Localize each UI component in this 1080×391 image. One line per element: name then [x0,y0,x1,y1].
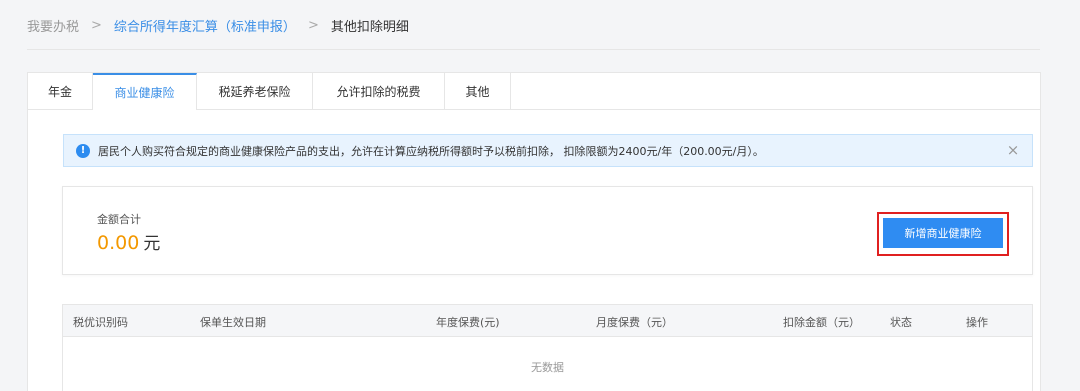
amount-summary-card: 金额合计 0.00 元 新增商业健康险 [62,186,1033,275]
breadcrumb-parent[interactable]: 综合所得年度汇算（标准申报） [114,16,296,35]
column-header-annual-premium: 年度保费(元) [436,316,500,329]
total-amount-unit: 元 [143,234,161,254]
notice-text: 居民个人购买符合规定的商业健康保险产品的支出，允许在计算应纳税所得额时予以税前扣… [98,144,764,158]
column-header-tax-code: 税优识别码 [73,316,128,329]
column-header-monthly-premium: 月度保费（元） [596,316,673,329]
total-amount: 0.00 元 [97,229,160,254]
deduction-table: 税优识别码 保单生效日期 年度保费(元) 月度保费（元） 扣除金额（元） 状态 … [62,304,1033,391]
breadcrumb-divider [27,49,1040,50]
add-health-insurance-button[interactable]: 新增商业健康险 [883,218,1003,248]
breadcrumb-current: 其他扣除明细 [330,19,409,35]
tab-other[interactable]: 其他 [445,73,511,109]
total-amount-label: 金额合计 [97,213,141,226]
tab-tax-deferred-pension[interactable]: 税延养老保险 [197,73,313,109]
empty-state-text: 无数据 [531,361,564,374]
column-header-deduction-amount: 扣除金额（元） [783,316,860,329]
info-notice: ! 居民个人购买符合规定的商业健康保险产品的支出，允许在计算应纳税所得额时予以税… [63,134,1033,167]
content-panel: 年金 商业健康险 税延养老保险 允许扣除的税费 其他 ! 居民个人购买符合规定的… [27,72,1041,391]
tab-annuity[interactable]: 年金 [28,73,93,109]
breadcrumb-home[interactable]: 我要办税 [27,16,79,35]
tab-deductible-taxes[interactable]: 允许扣除的税费 [313,73,445,109]
tab-bar: 年金 商业健康险 税延养老保险 允许扣除的税费 其他 [28,73,1040,110]
column-header-actions: 操作 [966,316,988,329]
breadcrumb: 我要办税 > 综合所得年度汇算（标准申报） > 其他扣除明细 [27,15,409,35]
tab-health-insurance[interactable]: 商业健康险 [93,73,197,110]
close-icon[interactable]: × [1006,143,1020,158]
table-header: 税优识别码 保单生效日期 年度保费(元) 月度保费（元） 扣除金额（元） 状态 … [63,305,1032,337]
chevron-right-icon: > [307,17,319,33]
info-icon: ! [76,143,90,158]
column-header-effective-date: 保单生效日期 [200,316,266,329]
total-amount-value: 0.00 [97,232,140,254]
column-header-status: 状态 [890,316,912,329]
table-body: 无数据 [63,337,1032,391]
chevron-right-icon: > [91,17,102,33]
